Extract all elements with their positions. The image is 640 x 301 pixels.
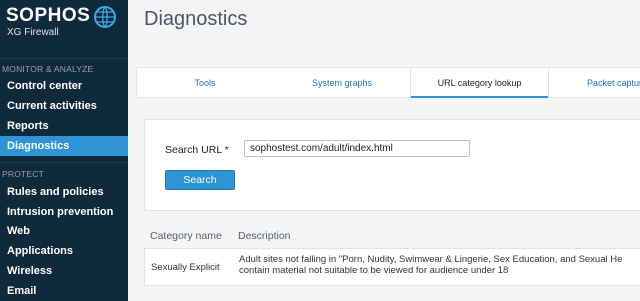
category-name-cell: Sexually Explicit — [151, 262, 220, 273]
section-label-protect: PROTECT — [2, 169, 45, 179]
divider — [0, 162, 128, 163]
sidebar-item-reports[interactable]: Reports — [0, 116, 128, 136]
sidebar-item-web[interactable]: Web — [0, 221, 128, 241]
search-panel: Search URL * Search — [144, 119, 640, 211]
sidebar-item-diagnostics[interactable]: Diagnostics — [0, 136, 128, 156]
product-name: XG Firewall — [7, 27, 59, 38]
description-cell: Adult sites not falling in "Porn, Nudity… — [239, 254, 623, 276]
divider — [0, 58, 128, 59]
search-url-input[interactable] — [244, 140, 470, 157]
tab-bar: Tools System graphs URL category lookup … — [136, 67, 640, 98]
search-url-label: Search URL * — [165, 144, 229, 156]
main-content: Diagnostics Tools System graphs URL cate… — [128, 0, 640, 301]
sidebar: SOPHOS XG Firewall MONITOR & ANALYZE Con… — [0, 0, 128, 301]
tab-tools[interactable]: Tools — [137, 68, 273, 98]
globe-icon — [94, 6, 116, 28]
tab-packet-capture[interactable]: Packet capture — [549, 68, 640, 98]
sidebar-item-rules-and-policies[interactable]: Rules and policies — [0, 182, 128, 202]
sidebar-item-current-activities[interactable]: Current activities — [0, 96, 128, 116]
sidebar-item-wireless[interactable]: Wireless — [0, 261, 128, 281]
page-title: Diagnostics — [144, 8, 248, 30]
sophos-logo[interactable]: SOPHOS XG Firewall — [6, 5, 124, 39]
column-header-description: Description — [238, 230, 291, 242]
column-header-category: Category name — [150, 230, 222, 242]
sidebar-item-email[interactable]: Email — [0, 281, 128, 301]
brand-name: SOPHOS — [6, 5, 91, 26]
sidebar-item-control-center[interactable]: Control center — [0, 76, 128, 96]
search-button[interactable]: Search — [165, 170, 235, 190]
sidebar-item-applications[interactable]: Applications — [0, 241, 128, 261]
sidebar-item-intrusion-prevention[interactable]: Intrusion prevention — [0, 202, 128, 222]
results-header: Category name Description — [144, 226, 640, 248]
section-label-monitor: MONITOR & ANALYZE — [2, 64, 94, 74]
tab-url-category-lookup[interactable]: URL category lookup — [411, 68, 548, 98]
tab-system-graphs[interactable]: System graphs — [274, 68, 410, 98]
table-row: Sexually Explicit Adult sites not fallin… — [144, 248, 640, 286]
